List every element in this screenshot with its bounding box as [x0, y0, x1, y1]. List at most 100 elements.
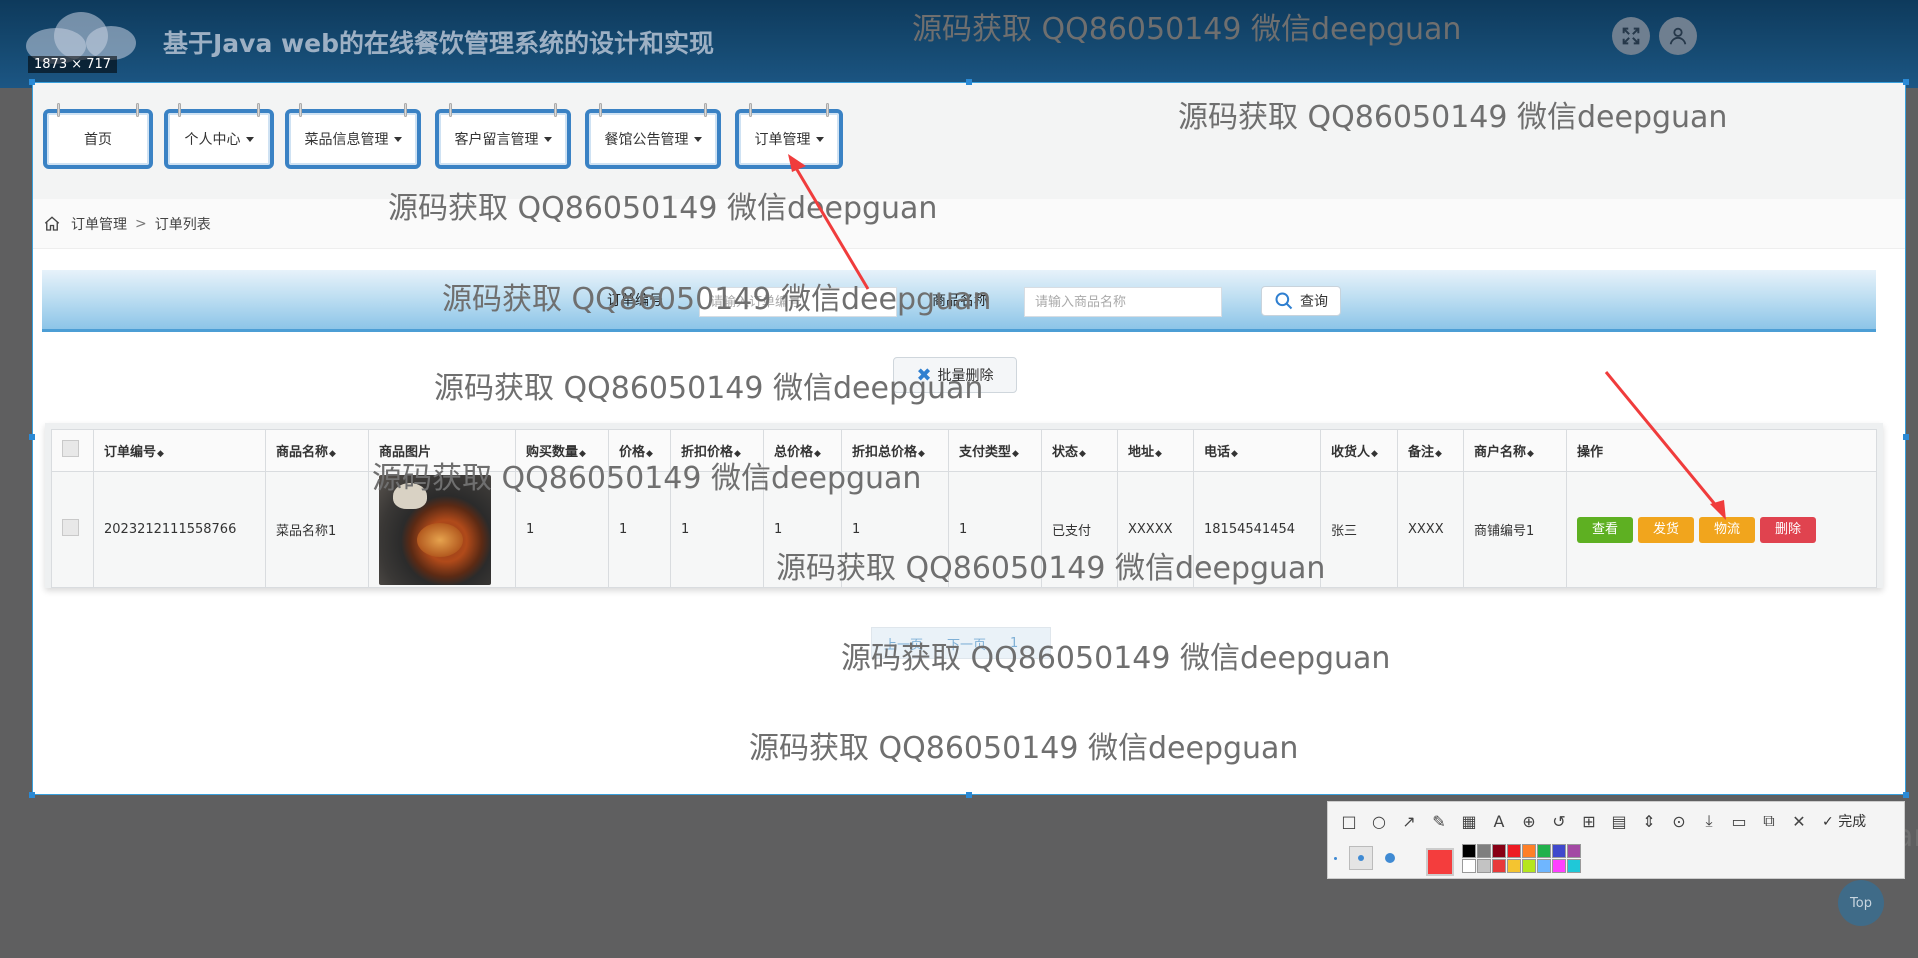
watermark-text: 源码获取 QQ86050149 微信deepguan — [434, 371, 984, 406]
expand-icon — [1622, 27, 1640, 45]
save-icon[interactable]: ▭ — [1728, 812, 1750, 831]
selected-color-swatch[interactable] — [1426, 848, 1454, 876]
color-swatch[interactable] — [1477, 859, 1491, 873]
brush-size-large[interactable] — [1385, 853, 1395, 863]
nav-customer-messages-label: 客户留言管理 — [454, 132, 539, 148]
row-checkbox[interactable] — [62, 519, 79, 536]
column-header[interactable]: 状态◆ — [1041, 429, 1118, 472]
caret-down-icon — [543, 136, 552, 142]
download-icon[interactable]: ⤓ — [1698, 811, 1720, 831]
sort-icon: ◆ — [1435, 449, 1442, 459]
column-header-label: 电话 — [1204, 445, 1231, 460]
ocr-icon[interactable]: ⊞ — [1578, 812, 1600, 831]
ship-button[interactable]: 发货 — [1638, 516, 1694, 543]
text-icon[interactable]: A — [1488, 812, 1510, 831]
column-header[interactable]: 电话◆ — [1193, 429, 1321, 472]
column-header[interactable]: 支付类型◆ — [948, 429, 1042, 472]
product-name-input[interactable] — [1024, 287, 1222, 317]
capture-dimension-label: 1873 × 717 — [28, 56, 118, 73]
undo-icon[interactable]: ↺ — [1548, 812, 1570, 831]
color-swatch[interactable] — [1462, 859, 1476, 873]
nav-home[interactable]: 首页 — [43, 103, 153, 169]
color-swatch[interactable] — [1522, 844, 1536, 858]
pen-icon[interactable]: ✎ — [1428, 812, 1450, 831]
brush-size-medium[interactable] — [1349, 846, 1373, 870]
nav-personal-center[interactable]: 个人中心 — [164, 103, 274, 169]
close-icon[interactable]: ✕ — [1788, 812, 1810, 831]
cell-remark: XXXX — [1397, 471, 1464, 588]
cell-order-no: 2023212111558766 — [93, 471, 266, 588]
watermark-text: 源码获取 QQ86050149 微信deepguan — [912, 12, 1462, 47]
fullscreen-button[interactable] — [1612, 17, 1650, 55]
color-swatch[interactable] — [1552, 844, 1566, 858]
color-swatch[interactable] — [1567, 859, 1581, 873]
view-button[interactable]: 查看 — [1577, 516, 1633, 543]
brush-size-small[interactable] — [1334, 856, 1337, 860]
nav-dish-info[interactable]: 菜品信息管理 — [285, 103, 421, 169]
long-screenshot-icon[interactable]: ⇕ — [1638, 812, 1660, 831]
color-swatch[interactable] — [1522, 859, 1536, 873]
column-header[interactable]: 订单编号◆ — [93, 429, 266, 472]
column-header-label: 备注 — [1408, 445, 1435, 460]
color-swatch[interactable] — [1492, 859, 1506, 873]
toolbar-tools: □ ○ ↗ ✎ ▦ A ⊕ ↺ ⊞ ▤ ⇕ ⊙ ⤓ ▭ ⧉ ✕ ✓ 完成 — [1338, 808, 1866, 834]
color-swatch[interactable] — [1507, 844, 1521, 858]
watermark-text: 源码获取 QQ86050149 微信deepguan — [841, 641, 1391, 676]
resize-handle[interactable] — [1903, 434, 1909, 440]
column-header[interactable]: 商品名称◆ — [265, 429, 369, 472]
arrow-tool-icon[interactable]: ↗ — [1398, 812, 1420, 831]
breadcrumb: 订单管理 > 订单列表 — [33, 199, 1905, 249]
nav-order-management[interactable]: 订单管理 — [735, 103, 843, 169]
resize-handle[interactable] — [1903, 792, 1909, 798]
user-button[interactable] — [1659, 17, 1697, 55]
breadcrumb-parent[interactable]: 订单管理 — [71, 214, 127, 234]
column-header-label: 状态 — [1052, 445, 1079, 460]
done-button[interactable]: ✓ 完成 — [1822, 811, 1866, 831]
translate-icon[interactable]: ▤ — [1608, 812, 1630, 831]
color-swatch[interactable] — [1492, 844, 1506, 858]
select-all-checkbox[interactable] — [62, 440, 79, 457]
sort-icon: ◆ — [1527, 449, 1534, 459]
pin-icon[interactable]: ⊙ — [1668, 812, 1690, 831]
number-marker-icon[interactable]: ⊕ — [1518, 812, 1540, 831]
home-icon[interactable] — [43, 215, 61, 233]
watermark-text: 源码获取 QQ86050149 微信deepguan — [372, 461, 922, 496]
logistics-button[interactable]: 物流 — [1699, 516, 1755, 543]
column-header[interactable]: 商户名称◆ — [1463, 429, 1567, 472]
nav-customer-messages[interactable]: 客户留言管理 — [435, 103, 571, 169]
resize-handle[interactable] — [29, 79, 35, 85]
resize-handle[interactable] — [966, 79, 972, 85]
query-button[interactable]: 查询 — [1261, 286, 1341, 316]
resize-handle[interactable] — [29, 792, 35, 798]
mosaic-icon[interactable]: ▦ — [1458, 812, 1480, 831]
color-swatch[interactable] — [1537, 859, 1551, 873]
resize-handle[interactable] — [1903, 79, 1909, 85]
resize-handle[interactable] — [29, 434, 35, 440]
nav-dish-info-label: 菜品信息管理 — [304, 132, 389, 148]
column-header[interactable]: 地址◆ — [1117, 429, 1194, 472]
capture-region[interactable]: 首页 个人中心 菜品信息管理 客户留言管理 餐馆公告管理 订单管理 订单管理 >… — [32, 82, 1906, 795]
color-swatch[interactable] — [1462, 844, 1476, 858]
rectangle-icon[interactable]: □ — [1338, 812, 1360, 831]
column-header: 操作 — [1566, 429, 1877, 472]
cell-merchant: 商铺编号1 — [1463, 471, 1567, 588]
screenshot-toolbar: □ ○ ↗ ✎ ▦ A ⊕ ↺ ⊞ ▤ ⇕ ⊙ ⤓ ▭ ⧉ ✕ ✓ 完成 — [1327, 801, 1905, 879]
column-header-label: 支付类型 — [959, 445, 1012, 460]
delete-button[interactable]: 删除 — [1760, 516, 1816, 543]
column-header-label: 商户名称 — [1474, 445, 1527, 460]
color-swatch[interactable] — [1507, 859, 1521, 873]
resize-handle[interactable] — [966, 792, 972, 798]
ellipse-icon[interactable]: ○ — [1368, 812, 1390, 831]
color-swatch[interactable] — [1567, 844, 1581, 858]
copy-icon[interactable]: ⧉ — [1758, 811, 1780, 831]
search-icon — [1275, 292, 1293, 310]
color-swatch[interactable] — [1552, 859, 1566, 873]
select-all-cell — [51, 429, 94, 472]
column-header[interactable]: 收货人◆ — [1320, 429, 1398, 472]
back-to-top-button[interactable]: Top — [1838, 880, 1884, 926]
sort-icon: ◆ — [157, 449, 164, 459]
nav-restaurant-notices[interactable]: 餐馆公告管理 — [585, 103, 721, 169]
column-header[interactable]: 备注◆ — [1397, 429, 1464, 472]
color-swatch[interactable] — [1537, 844, 1551, 858]
color-swatch[interactable] — [1477, 844, 1491, 858]
